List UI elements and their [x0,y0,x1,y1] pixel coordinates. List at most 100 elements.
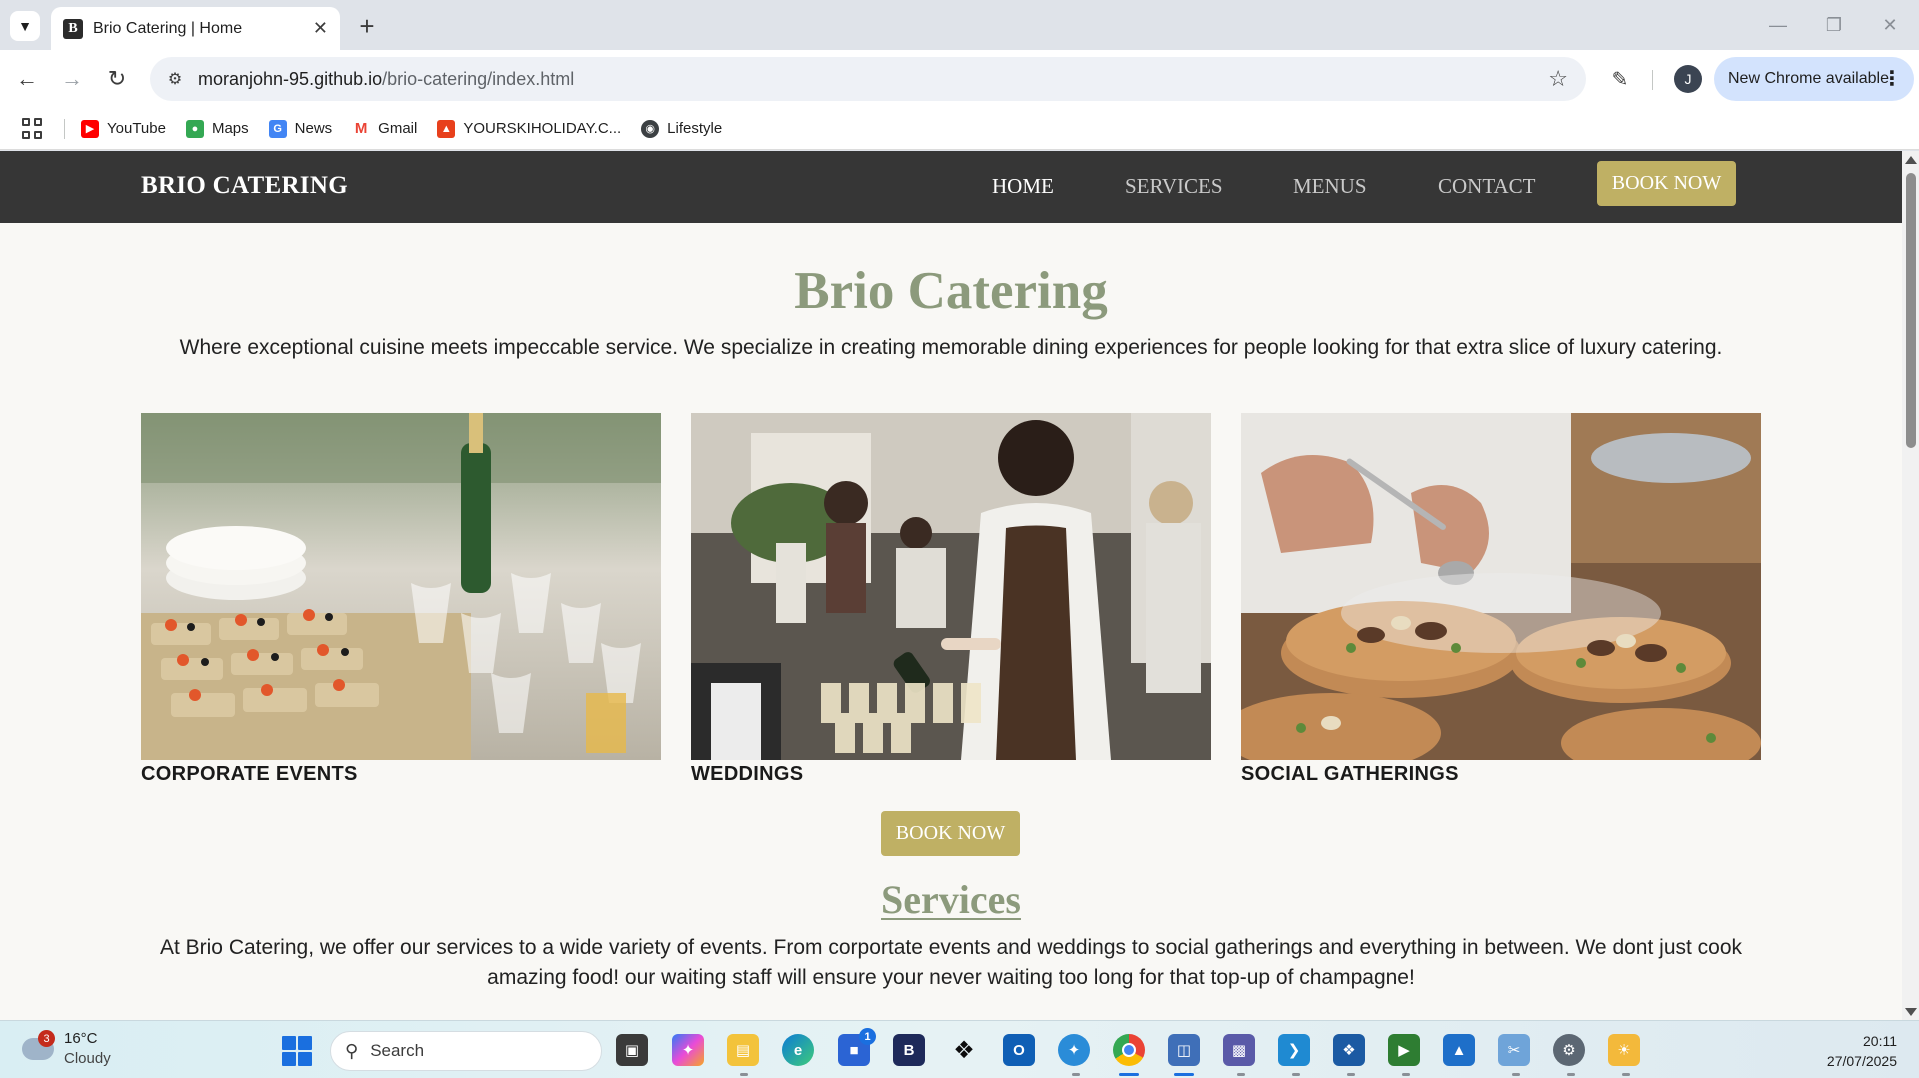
tab-search-button[interactable]: ▼ [10,11,40,41]
store-icon[interactable]: ■ 1 [838,1028,876,1066]
hero-description: Where exceptional cuisine meets impeccab… [179,336,1723,359]
nav-contact-link[interactable]: CONTACT [1438,174,1535,199]
remote-desktop-icon[interactable]: ◫ [1168,1034,1200,1066]
app-icon[interactable]: ✦ [1058,1034,1090,1066]
url-path: /brio-catering/index.html [382,68,575,89]
page-viewport: BRIO CATERING HOME SERVICES MENUS CONTAC… [0,151,1919,1020]
windows-taskbar: 3 16°C Cloudy ⚲ Search ▣ ✦ ▤ e ■ 1 B ❖ O… [0,1020,1919,1078]
nav-menus-link[interactable]: MENUS [1293,174,1367,199]
bookmark-news[interactable]: G News [268,119,333,138]
store-badge: 1 [859,1028,876,1045]
running-indicator [1622,1073,1630,1076]
card-label: WEDDINGS [691,763,804,785]
bookmark-gmail[interactable]: M Gmail [352,119,418,138]
forward-button[interactable]: → [55,62,89,96]
weather-widget[interactable]: 3 16°C Cloudy [22,1029,111,1069]
browser-toolbar: ← → ↻ ⚙ moranjohn-95.github.io/brio-cate… [0,50,1919,108]
services-heading-text[interactable]: Services [881,877,1021,922]
apps-grid-icon[interactable] [22,117,44,140]
chrome-icon[interactable] [1113,1034,1145,1066]
booking-icon[interactable]: B [893,1034,925,1066]
profile-avatar[interactable]: J [1674,65,1702,93]
grid-app-icon[interactable]: ❖ [1333,1034,1365,1066]
settings-gear-icon[interactable]: ⚙ [1553,1034,1585,1066]
globe-icon: ◉ [641,119,660,138]
reload-button[interactable]: ↻ [100,62,134,96]
search-icon: ⚲ [345,1040,359,1061]
restore-button[interactable]: ❐ [1806,8,1862,42]
running-indicator [1237,1073,1245,1076]
snipping-tool-icon[interactable]: ✂ [1498,1034,1530,1066]
bookmark-lifestyle[interactable]: ◉ Lifestyle [641,119,723,138]
active-tab[interactable]: B Brio Catering | Home ✕ [51,7,340,50]
card-label: CORPORATE EVENTS [141,763,358,785]
reload-icon: ↻ [107,66,127,91]
bookmark-label: News [294,120,333,137]
outlook-icon[interactable]: O [1003,1034,1035,1066]
book-now-button[interactable]: BOOK NOW [881,811,1020,856]
play-app-icon[interactable]: ▶ [1388,1034,1420,1066]
close-window-button[interactable]: ✕ [1862,8,1918,42]
clock-time: 20:11 [1863,1033,1897,1049]
file-explorer-icon[interactable]: ▤ [727,1034,759,1066]
site-favicon-icon: B [63,18,83,39]
bookmark-youtube[interactable]: ▶ YouTube [81,119,166,138]
site-navbar: BRIO CATERING HOME SERVICES MENUS CONTAC… [0,151,1902,223]
bookmark-label: YOURSKIHOLIDAY.C... [463,120,622,137]
task-view-icon[interactable]: ▣ [616,1034,648,1066]
new-chrome-available-button[interactable]: New Chrome available ⋮ [1714,57,1914,101]
corporate-events-photo [141,413,661,760]
bookmark-label: Gmail [378,120,418,137]
youtube-icon: ▶ [81,119,99,138]
active-indicator [1119,1073,1139,1076]
bookmark-maps[interactable]: ● Maps [185,119,249,138]
forward-arrow-icon: → [61,66,83,91]
monitor-app-icon[interactable]: ▩ [1223,1034,1255,1066]
taskbar-search-placeholder: Search [370,1041,425,1060]
new-tab-button[interactable]: + [352,11,382,41]
page-scrollbar[interactable] [1902,151,1919,1020]
weddings-illustration [691,413,1211,760]
scrollbar-thumb[interactable] [1906,173,1916,448]
tab-title: Brio Catering | Home [93,19,243,37]
close-icon[interactable]: ✕ [313,18,328,39]
copilot-icon[interactable]: ✦ [672,1034,704,1066]
chevron-down-icon: ▼ [18,18,32,34]
event-card-weddings: WEDDINGS [691,413,1211,786]
edge-icon[interactable]: e [782,1034,814,1066]
active-indicator [1174,1073,1194,1076]
tab-strip: ▼ B Brio Catering | Home ✕ + — ❐ ✕ [0,0,1919,50]
minimize-button[interactable]: — [1750,8,1806,42]
scroll-up-icon[interactable] [1905,156,1917,164]
back-arrow-icon: ← [16,66,38,91]
weather-app-icon[interactable]: ☀ [1608,1034,1640,1066]
back-button[interactable]: ← [10,62,44,96]
nav-home-link[interactable]: HOME [992,174,1054,199]
site-info-icon[interactable]: ⚙ [164,68,186,90]
dropbox-icon[interactable]: ❖ [948,1034,980,1066]
photos-icon[interactable]: ▲ [1443,1034,1475,1066]
scroll-down-icon[interactable] [1905,1008,1917,1016]
windows-start-icon[interactable] [282,1036,312,1066]
system-clock[interactable]: 20:11 27/07/2025 [1827,1031,1897,1071]
bookmark-star-icon[interactable]: ☆ [1548,66,1568,92]
bookmark-yourskiholiday[interactable]: ▲ YOURSKIHOLIDAY.C... [437,119,622,138]
card-label: SOCIAL GATHERINGS [1241,763,1459,785]
site-brand-logo[interactable]: BRIO CATERING [141,172,348,200]
weather-text: 16°C Cloudy [64,1029,111,1069]
weather-desc: Cloudy [64,1050,111,1067]
nav-services-link[interactable]: SERVICES [1125,174,1223,199]
extensions-icon[interactable]: ✎ [1603,62,1637,96]
maps-icon: ● [185,119,204,138]
nav-book-now-button[interactable]: BOOK NOW [1597,161,1736,206]
services-heading[interactable]: Services [0,876,1902,923]
more-vert-icon[interactable]: ⋮ [1882,66,1902,91]
bookmark-label: Lifestyle [667,120,723,137]
event-card-social-gatherings: SOCIAL GATHERINGS [1241,413,1761,786]
event-card-corporate: CORPORATE EVENTS [141,413,661,786]
bookmarks-bar: ▶ YouTube ● Maps G News M Gmail ▲ YOURSK… [0,108,1919,150]
vscode-icon[interactable]: ❯ [1278,1034,1310,1066]
taskbar-search[interactable]: ⚲ Search [330,1031,602,1071]
minimize-icon: — [1769,14,1787,35]
address-bar[interactable]: ⚙ moranjohn-95.github.io/brio-catering/i… [150,57,1586,101]
